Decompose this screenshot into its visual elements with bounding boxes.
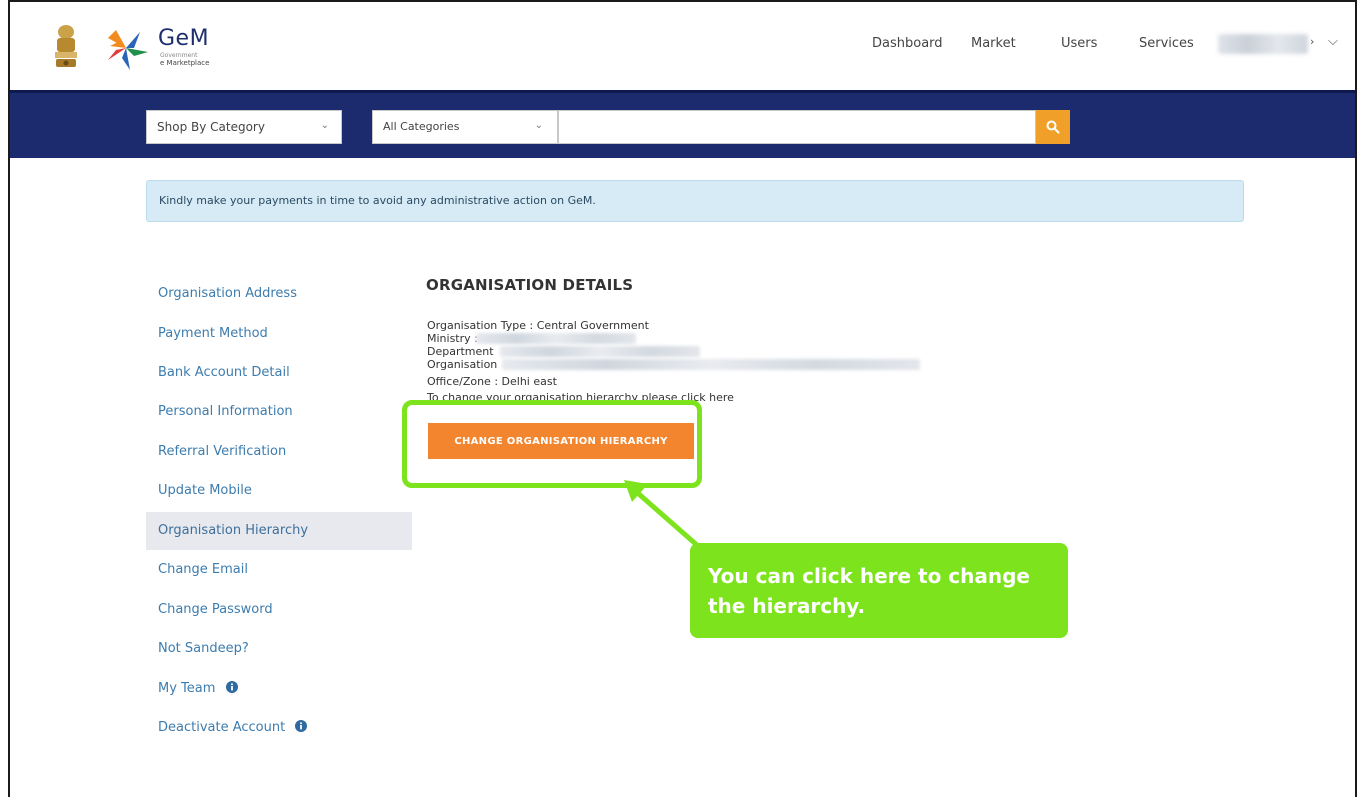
shop-by-category-label: Shop By Category [157, 120, 265, 134]
sidebar-item-deactivate-account-label: Deactivate Account [158, 720, 286, 735]
organisation-details-heading: ORGANISATION DETAILS [426, 276, 634, 294]
department-value-redacted [500, 346, 700, 357]
payment-notice-alert: Kindly make your payments in time to avo… [146, 180, 1244, 222]
shop-by-category-select[interactable]: Shop By Category ⌄ [146, 110, 342, 144]
search-button[interactable] [1036, 110, 1070, 144]
all-categories-label: All Categories [383, 120, 460, 133]
sidebar-item-referral-verification[interactable]: Referral Verification [146, 433, 412, 471]
nav-services[interactable]: Services [1139, 36, 1194, 51]
instruction-callout: You can click here to change the hierarc… [690, 543, 1068, 638]
search-input[interactable] [558, 110, 1036, 144]
info-icon[interactable] [225, 681, 238, 693]
nav-market[interactable]: Market [971, 36, 1016, 51]
gem-logo-subtitle-top: Government [160, 52, 198, 59]
sidebar-item-change-password[interactable]: Change Password [146, 591, 412, 629]
gem-logo-subtitle: e Marketplace [160, 59, 210, 67]
chevron-down-icon[interactable]: ⌵ [1328, 34, 1338, 49]
ministry-label: Ministry : [427, 332, 478, 345]
sidebar-item-my-team-label: My Team [158, 681, 216, 696]
nav-users[interactable]: Users [1061, 36, 1097, 51]
user-name-redacted[interactable] [1218, 34, 1308, 54]
gem-logo-title: GeM [158, 26, 210, 51]
payment-notice-text: Kindly make your payments in time to avo… [159, 194, 596, 207]
sidebar-item-organisation-address[interactable]: Organisation Address [146, 275, 412, 313]
organisation-type: Organisation Type : Central Government [427, 319, 649, 332]
search-icon [1046, 120, 1060, 134]
office-zone: Office/Zone : Delhi east [427, 375, 557, 388]
sidebar-item-bank-account-detail[interactable]: Bank Account Detail [146, 354, 412, 392]
sidebar-item-deactivate-account[interactable]: Deactivate Account [146, 709, 412, 747]
national-emblem-icon [55, 25, 77, 67]
all-categories-select[interactable]: All Categories ⌄ [372, 110, 558, 144]
info-icon[interactable] [295, 720, 308, 732]
chevron-down-icon: ⌄ [320, 120, 329, 131]
organisation-label: Organisation [427, 358, 498, 371]
sidebar-item-my-team[interactable]: My Team [146, 670, 412, 708]
department-label: Department [427, 345, 494, 358]
sidebar-item-update-mobile[interactable]: Update Mobile [146, 472, 412, 510]
change-hierarchy-hint: To change your organisation hierarchy pl… [427, 391, 734, 404]
nav-dashboard[interactable]: Dashboard [872, 36, 943, 51]
change-organisation-hierarchy-button[interactable]: CHANGE ORGANISATION HIERARCHY [428, 423, 694, 459]
ministry-value-redacted [476, 333, 636, 344]
top-header: GeM Government e Marketplace Dashboard M… [10, 2, 1355, 90]
gem-logo[interactable]: GeM Government e Marketplace [104, 26, 236, 74]
sidebar-item-not-user[interactable]: Not Sandeep? [146, 630, 412, 668]
chevron-down-icon: ⌄ [534, 120, 543, 131]
sidebar-item-organisation-hierarchy[interactable]: Organisation Hierarchy [146, 512, 412, 550]
sidebar-item-payment-method[interactable]: Payment Method [146, 315, 412, 353]
sidebar-item-change-email[interactable]: Change Email [146, 551, 412, 589]
instruction-callout-text: You can click here to change the hierarc… [708, 564, 1030, 618]
organisation-value-redacted [502, 359, 920, 370]
gem-star-icon [108, 30, 148, 70]
user-menu-chevron-icon: › [1310, 35, 1315, 48]
search-band: Shop By Category ⌄ All Categories ⌄ [10, 90, 1355, 158]
sidebar-item-personal-information[interactable]: Personal Information [146, 393, 412, 431]
